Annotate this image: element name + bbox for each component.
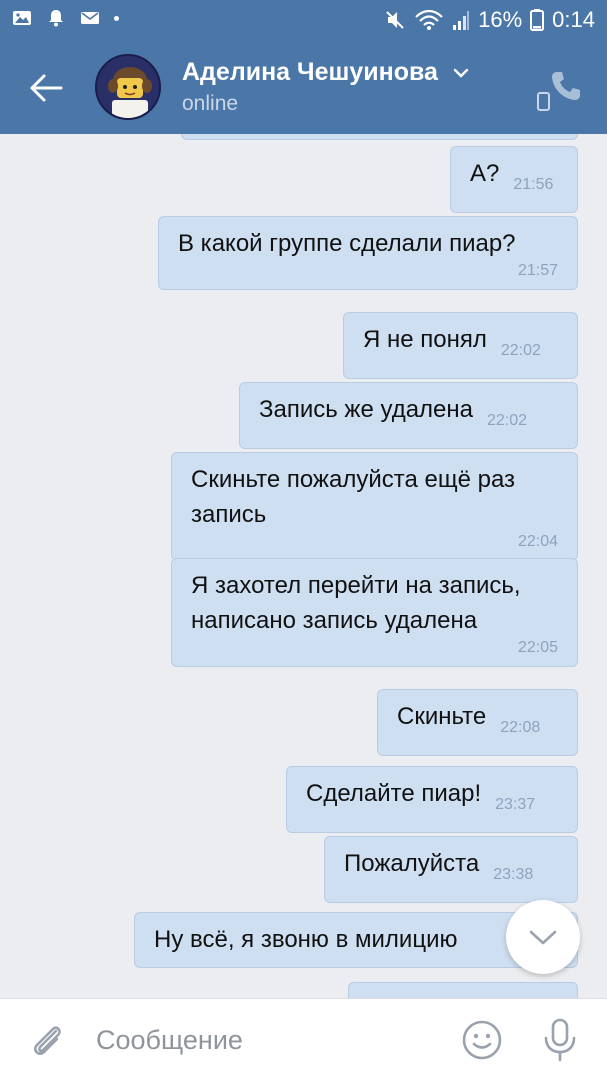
image-icon bbox=[13, 11, 31, 25]
back-arrow-icon bbox=[30, 74, 63, 102]
battery-icon bbox=[530, 9, 545, 31]
message-list[interactable]: А? 21:56 В какой группе сделали пиар? 21:… bbox=[0, 134, 607, 998]
message-text: Я не понял bbox=[363, 326, 487, 353]
status-bar: 16% 0:14 bbox=[0, 0, 607, 40]
message-text: Сделайте пиар! bbox=[306, 780, 482, 807]
emoji-button[interactable] bbox=[461, 1019, 503, 1061]
message-time: 22:02 bbox=[500, 342, 541, 359]
message-text: Ну всё, я звоню в милицию bbox=[154, 926, 458, 953]
message-bubble[interactable]: Скиньте пожалуйста ещё раз запись 22:04 bbox=[171, 452, 578, 561]
message-time: 22:04 bbox=[517, 533, 558, 550]
message-time: 21:57 bbox=[517, 262, 558, 279]
message-time: 21:56 bbox=[513, 176, 554, 193]
message-bubble[interactable] bbox=[181, 134, 578, 140]
message-time: 22:05 bbox=[517, 639, 558, 656]
attach-button[interactable] bbox=[28, 1021, 66, 1059]
mail-icon bbox=[81, 12, 99, 24]
call-icon bbox=[552, 72, 580, 100]
message-time: 23:38 bbox=[493, 866, 534, 883]
smiley-icon bbox=[462, 1020, 502, 1060]
message-text: Скиньте bbox=[397, 703, 487, 730]
message-bubble[interactable]: Пожалуйста 23:38 bbox=[324, 836, 578, 903]
message-time: 22:08 bbox=[500, 719, 541, 736]
message-text: Скиньте пожалуйста ещё раз запись bbox=[191, 466, 516, 528]
paperclip-icon bbox=[34, 1026, 61, 1055]
clock: 0:14 bbox=[552, 7, 595, 32]
mute-icon bbox=[386, 11, 404, 29]
call-button[interactable] bbox=[549, 69, 583, 103]
microphone-icon bbox=[544, 1018, 576, 1062]
message-text: Запись же удалена bbox=[259, 396, 473, 423]
message-composer bbox=[0, 998, 607, 1080]
avatar[interactable] bbox=[95, 54, 161, 120]
message-bubble[interactable]: Сделайте пиар! 23:37 bbox=[286, 766, 578, 833]
lego-figure-icon bbox=[97, 56, 159, 118]
message-bubble[interactable]: Я не понял 22:02 bbox=[343, 312, 578, 379]
message-time: 23:37 bbox=[495, 796, 536, 813]
message-bubble[interactable]: В какой группе сделали пиар? 21:57 bbox=[158, 216, 578, 290]
message-bubble[interactable]: А? 21:56 bbox=[450, 146, 578, 213]
message-bubble[interactable]: Я захотел перейти на запись, написано за… bbox=[171, 558, 578, 667]
message-input[interactable] bbox=[96, 1019, 436, 1061]
chat-header: Аделина Чешуинова online bbox=[0, 40, 607, 134]
notification-dot-icon bbox=[114, 15, 119, 21]
message-time: 22:02 bbox=[487, 412, 528, 429]
message-text: Пожалуйста bbox=[344, 850, 480, 877]
back-button[interactable] bbox=[26, 68, 66, 108]
message-text: В какой группе сделали пиар? bbox=[178, 230, 516, 257]
voice-record-button[interactable] bbox=[541, 1017, 579, 1063]
message-text: А? bbox=[470, 160, 500, 187]
chevron-down-icon bbox=[529, 930, 557, 945]
message-bubble[interactable]: Запись же удалена 22:02 bbox=[239, 382, 578, 449]
contact-status: online bbox=[182, 92, 239, 115]
signal-icon bbox=[453, 11, 470, 30]
contact-name[interactable]: Аделина Чешуинова bbox=[182, 58, 438, 87]
message-text: Я захотел перейти на запись, написано за… bbox=[191, 572, 521, 634]
scroll-down-button[interactable] bbox=[506, 900, 580, 974]
chevron-down-icon[interactable] bbox=[452, 66, 470, 80]
message-bubble[interactable] bbox=[348, 982, 578, 998]
message-bubble[interactable]: Скиньте 22:08 bbox=[377, 689, 578, 756]
wifi-icon bbox=[415, 9, 443, 30]
bell-icon bbox=[49, 10, 63, 27]
battery-percent: 16% bbox=[478, 7, 523, 32]
